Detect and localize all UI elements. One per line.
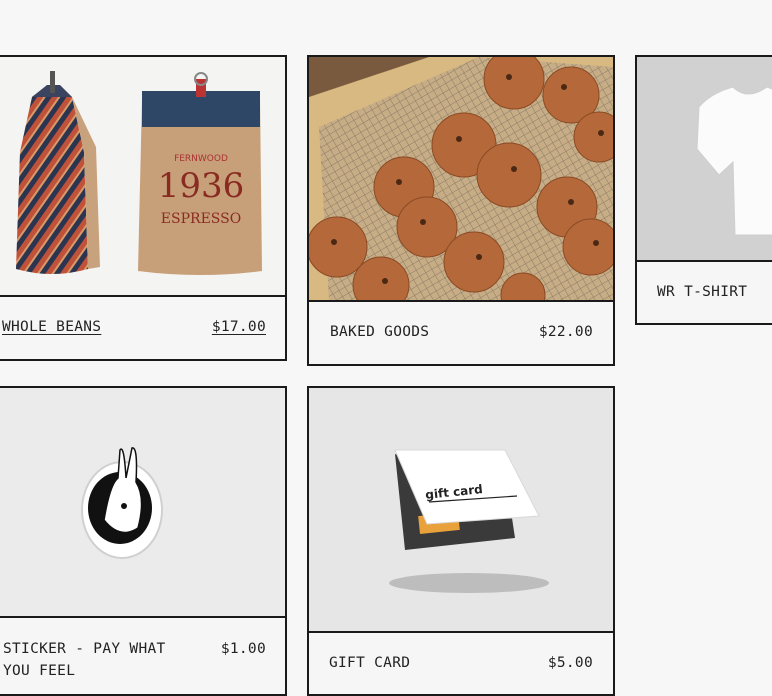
product-image-wr-t-shirt[interactable] [637,57,772,260]
product-name[interactable]: GIFT CARD [329,652,410,674]
card-divider [309,300,613,302]
product-card-baked-goods[interactable]: BAKED GOODS $22.00 [307,55,615,366]
cookies-image [309,57,613,300]
product-price[interactable]: $5.00 [548,652,593,674]
product-card-sticker[interactable]: STICKER - PAY WHAT YOU FEEL $1.00 [0,386,287,696]
coffee-bags-image: FERNWOOD 1936 ESPRESSO [0,57,285,295]
gift-card-image: gift card [309,388,613,631]
product-card-gift-card[interactable]: gift card GIFT CARD $5.00 [307,386,615,696]
product-image-gift-card[interactable]: gift card [309,388,613,631]
card-divider [637,260,772,262]
card-divider [0,295,285,297]
product-image-sticker[interactable] [0,388,285,616]
product-name[interactable]: WR T-SHIRT [657,281,747,303]
product-image-whole-beans[interactable]: FERNWOOD 1936 ESPRESSO [0,57,285,295]
product-card-wr-t-shirt[interactable]: WR T-SHIRT [635,55,772,325]
product-card-whole-beans[interactable]: FERNWOOD 1936 ESPRESSO WHOLE BEANS $17.0… [0,55,287,361]
bag-year-label: 1936 [158,166,245,206]
bag-type-label: ESPRESSO [161,211,241,227]
rabbit-sticker-image [0,388,285,616]
bag-brand-label: FERNWOOD [174,154,228,164]
product-price[interactable]: $1.00 [221,638,266,660]
product-price[interactable]: $22.00 [539,321,593,343]
card-divider [0,616,285,618]
card-divider [309,631,613,633]
product-name[interactable]: STICKER - PAY WHAT YOU FEEL [3,638,193,682]
product-name[interactable]: WHOLE BEANS [2,316,101,338]
t-shirt-image [637,57,772,260]
product-price[interactable]: $17.00 [212,316,266,338]
product-name[interactable]: BAKED GOODS [330,321,429,343]
product-image-baked-goods[interactable] [309,57,613,300]
